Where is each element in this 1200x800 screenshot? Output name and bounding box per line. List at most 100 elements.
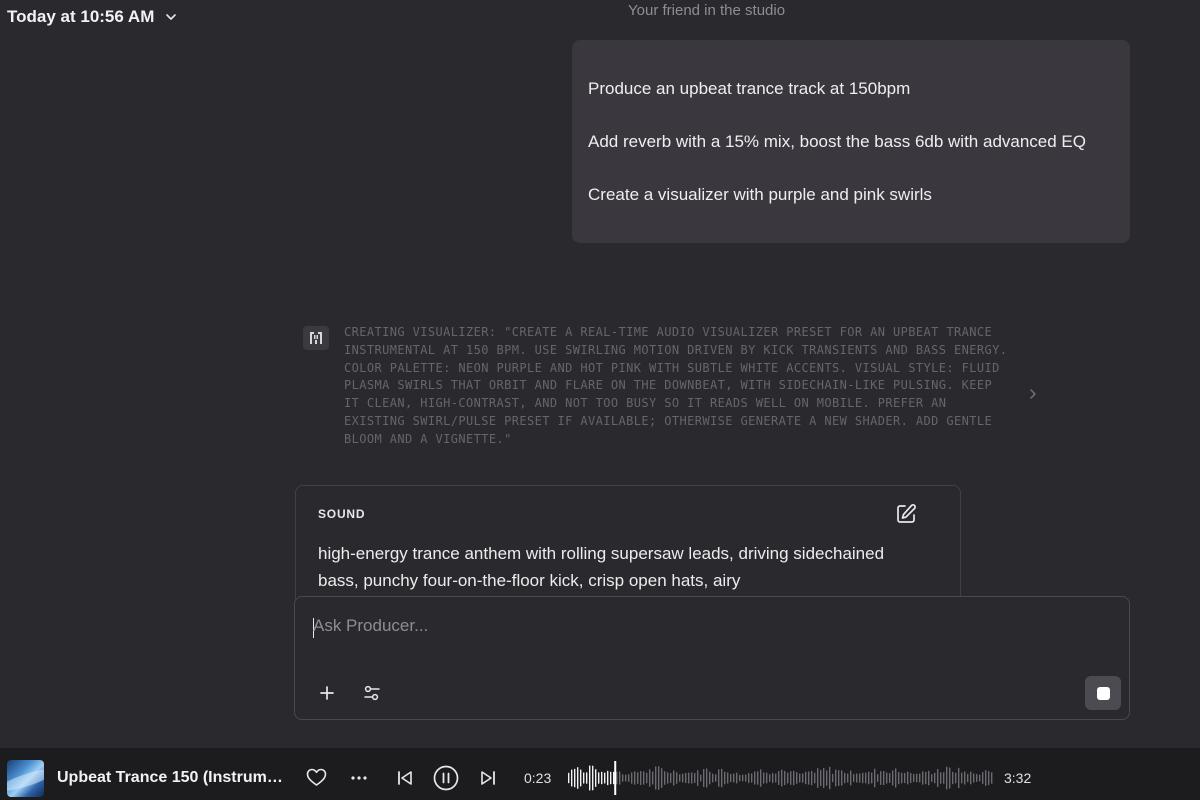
waveform-bar	[760, 769, 762, 787]
waveform-bar	[892, 770, 894, 786]
tool-call-text: Creating visualizer: "Create a real-time…	[344, 325, 1008, 446]
playhead[interactable]	[614, 761, 617, 795]
waveform-bar	[700, 774, 702, 782]
waveform-bar	[655, 766, 657, 790]
waveform-bar	[814, 772, 816, 784]
waveform-bar	[586, 772, 588, 784]
user-message-line: Produce an upbeat trance track at 150bpm	[588, 79, 911, 98]
waveform-bar	[928, 770, 930, 786]
waveform-bar	[820, 769, 822, 787]
waveform-bar	[739, 774, 741, 782]
waveform-bar	[781, 769, 783, 787]
waveform-bar	[931, 774, 933, 782]
waveform-bar	[643, 771, 645, 785]
user-message-bubble: Produce an upbeat trance track at 150bpm…	[572, 40, 1130, 243]
waveform-bar	[889, 772, 891, 784]
waveform-bar	[589, 765, 591, 791]
waveform-bar	[784, 770, 786, 786]
chevron-right-icon[interactable]	[1027, 388, 1039, 400]
pause-icon[interactable]	[433, 765, 459, 791]
waveform-bar	[706, 768, 708, 788]
waveform-bar	[979, 774, 981, 782]
waveform-bar	[694, 772, 696, 784]
waveform-bar	[613, 771, 615, 785]
waveform-bar	[910, 772, 912, 784]
waveform-bar	[922, 771, 924, 785]
waveform-bar	[958, 767, 960, 789]
waveform-bar	[631, 772, 633, 784]
waveform-bar	[973, 773, 975, 783]
waveform-bar	[982, 772, 984, 784]
waveform-scrubber[interactable]	[568, 761, 996, 795]
waveform-bar	[772, 772, 774, 784]
waveform-bar	[598, 772, 600, 784]
waveform-bar	[970, 771, 972, 785]
skip-previous-icon[interactable]	[397, 770, 413, 786]
waveform-bar	[802, 773, 804, 783]
sliders-icon[interactable]	[363, 684, 381, 702]
more-options-icon[interactable]	[350, 775, 368, 781]
waveform-bar	[685, 772, 687, 784]
waveform-bar	[679, 774, 681, 782]
waveform-bar	[625, 774, 627, 782]
waveform-bar	[778, 771, 780, 785]
plus-icon[interactable]	[319, 685, 335, 701]
waveform-bar	[868, 771, 870, 785]
waveform-bar	[745, 774, 747, 782]
album-cover[interactable]	[7, 760, 44, 797]
waveform-bar	[718, 769, 720, 787]
waveform-bar	[769, 774, 771, 782]
waveform-bar	[904, 772, 906, 784]
stop-button[interactable]	[1085, 676, 1121, 710]
chevron-down-icon	[166, 14, 177, 20]
total-time: 3:32	[1004, 770, 1032, 786]
waveform-bar	[874, 768, 876, 788]
waveform-bar	[964, 771, 966, 785]
timestamp-label: Today at 10:56 AM	[7, 7, 155, 26]
waveform-bar	[640, 770, 642, 786]
waveform-bar	[808, 771, 810, 785]
waveform-bar	[925, 771, 927, 785]
waveform-bar	[649, 769, 651, 787]
waveform-bar	[754, 771, 756, 785]
waveform-bar	[940, 772, 942, 784]
waveform-bar	[637, 772, 639, 784]
waveform-bar	[661, 768, 663, 788]
heart-icon[interactable]	[306, 768, 327, 787]
waveform-bar	[595, 769, 597, 787]
waveform-bar	[775, 773, 777, 783]
waveform-bar	[748, 773, 750, 783]
waveform-bar	[988, 771, 990, 785]
waveform-bar	[712, 773, 714, 783]
waveform-bar	[916, 773, 918, 783]
edit-icon[interactable]	[895, 503, 917, 525]
waveform-bar	[715, 774, 717, 782]
timestamp-dropdown[interactable]: Today at 10:56 AM	[7, 7, 178, 27]
waveform-bar	[697, 770, 699, 786]
sound-label: SOUND	[318, 507, 366, 521]
waveform-bar	[673, 770, 675, 786]
waveform-bar	[607, 770, 609, 786]
waveform-bar	[763, 772, 765, 784]
waveform-bar	[799, 773, 801, 783]
waveform-bar	[721, 768, 723, 788]
waveform-bar	[574, 768, 576, 788]
waveform-bar	[913, 773, 915, 783]
waveform-bar	[583, 772, 585, 784]
ask-producer-input[interactable]	[313, 616, 1103, 656]
skip-next-icon[interactable]	[480, 770, 496, 786]
waveform-bar	[847, 773, 849, 783]
waveform-bar	[853, 774, 855, 782]
waveform-bar	[871, 772, 873, 784]
waveform-bar	[883, 770, 885, 786]
producer-logo-icon	[303, 326, 329, 350]
composer	[294, 596, 1130, 720]
waveform-bar	[967, 773, 969, 783]
waveform-bar	[961, 772, 963, 784]
track-title[interactable]: Upbeat Trance 150 (Instrume...	[57, 769, 287, 787]
waveform-bar	[856, 773, 858, 783]
waveform-bar	[652, 771, 654, 785]
waveform-bar	[757, 771, 759, 785]
waveform-bar	[844, 772, 846, 784]
waveform-bar	[664, 771, 666, 785]
